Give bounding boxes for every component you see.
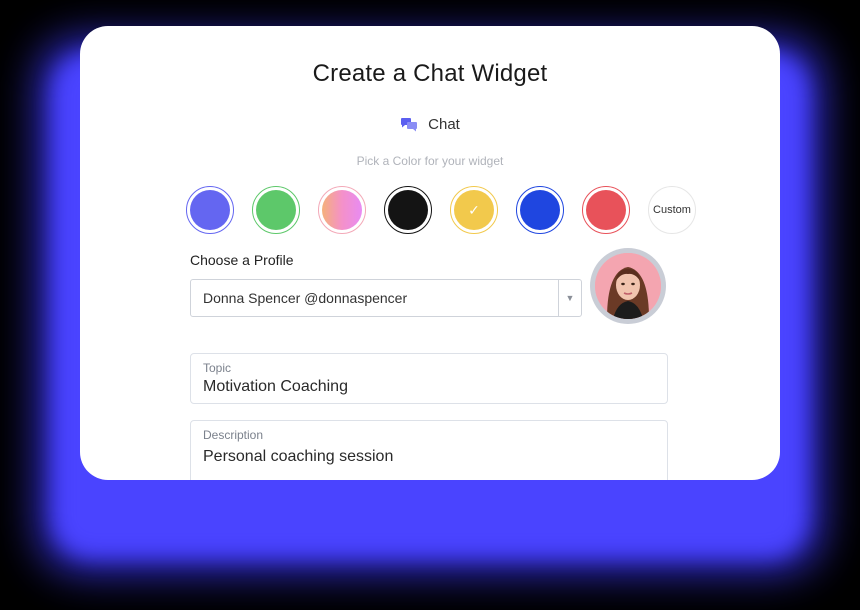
swatch-green[interactable] <box>252 186 300 234</box>
swatch-yellow[interactable]: ✓ <box>450 186 498 234</box>
description-field[interactable]: Description Personal coaching session <box>190 420 668 480</box>
check-icon: ✓ <box>468 201 480 218</box>
swatch-blue-purple[interactable] <box>186 186 234 234</box>
profile-photo-icon <box>595 253 661 319</box>
profile-label: Choose a Profile <box>190 252 294 268</box>
swatch-blue[interactable] <box>516 186 564 234</box>
chat-label: Chat <box>428 116 460 133</box>
custom-color-button[interactable]: Custom <box>648 186 696 234</box>
avatar-photo <box>595 253 661 319</box>
swatch-black[interactable] <box>384 186 432 234</box>
swatch-pink-gradient[interactable] <box>318 186 366 234</box>
chat-type-row[interactable]: Chat <box>80 116 780 133</box>
profile-select[interactable]: Donna Spencer @donnaspencer ▼ <box>190 279 582 317</box>
color-swatches: ✓ Custom <box>186 186 696 234</box>
page-title: Create a Chat Widget <box>312 60 548 87</box>
topic-input[interactable]: Motivation Coaching <box>203 378 348 396</box>
description-input[interactable]: Personal coaching session <box>203 448 393 466</box>
widget-card: Create a Chat Widget Chat Pick a Color f… <box>80 26 780 480</box>
pick-color-label: Pick a Color for your widget <box>356 154 504 168</box>
chat-bubbles-icon <box>401 117 418 131</box>
avatar <box>590 248 666 324</box>
description-label: Description <box>203 428 264 442</box>
chevron-down-icon[interactable]: ▼ <box>558 280 581 316</box>
profile-select-value: Donna Spencer @donnaspencer <box>203 290 408 306</box>
swatch-red[interactable] <box>582 186 630 234</box>
topic-label: Topic <box>203 361 232 375</box>
topic-field[interactable]: Topic Motivation Coaching <box>190 353 668 404</box>
